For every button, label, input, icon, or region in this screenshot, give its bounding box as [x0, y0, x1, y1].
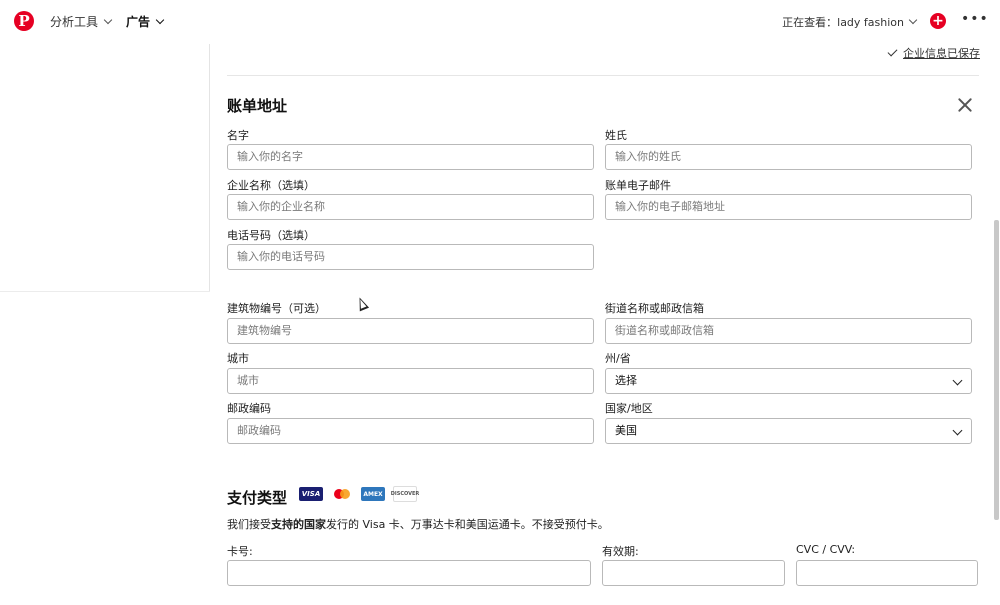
accepted-cards: VISA AMEX DISCOVER	[299, 486, 419, 502]
last-name-input[interactable]: 输入你的姓氏	[605, 144, 972, 170]
ads-menu[interactable]: 广告	[126, 13, 165, 30]
left-panel-bottom-divider	[0, 291, 210, 292]
state-select-value: 选择	[615, 374, 637, 387]
zip-label: 邮政编码	[227, 402, 271, 415]
building-number-label: 建筑物编号（可选）	[227, 302, 326, 315]
chevron-down-icon	[155, 15, 165, 24]
company-name-label: 企业名称（选填）	[227, 179, 315, 192]
more-options-icon[interactable]: •••	[961, 11, 989, 27]
section-divider	[227, 75, 979, 76]
amex-card-icon: AMEX	[361, 487, 385, 501]
saved-status-text[interactable]: 企业信息已保存	[903, 45, 980, 61]
billing-address-title: 账单地址	[227, 97, 288, 115]
checkmark-icon	[887, 46, 898, 57]
mouse-cursor-icon	[354, 295, 370, 312]
payment-note-link[interactable]: 支持的国家	[271, 518, 326, 531]
account-switcher-label: 正在查看：lady fashion	[782, 16, 904, 29]
state-select[interactable]: 选择	[605, 368, 972, 394]
card-number-input[interactable]	[227, 560, 591, 586]
expiry-input[interactable]	[602, 560, 785, 586]
building-number-input[interactable]: 建筑物编号	[227, 318, 594, 344]
discover-card-icon: DISCOVER	[391, 486, 419, 502]
close-icon[interactable]	[956, 96, 974, 114]
ads-menu-label: 广告	[126, 15, 151, 29]
payment-note-post: 发行的 Visa 卡、万事达卡和美国运通卡。不接受预付卡。	[326, 518, 609, 531]
analytics-menu[interactable]: 分析工具	[50, 13, 113, 30]
visa-card-icon: VISA	[299, 487, 323, 501]
payment-type-title: 支付类型	[227, 489, 288, 507]
create-plus-button[interactable]: +	[930, 13, 946, 29]
city-input[interactable]: 城市	[227, 368, 594, 394]
zip-input[interactable]: 邮政编码	[227, 418, 594, 444]
chevron-down-icon	[952, 375, 963, 386]
payment-note: 我们接受支持的国家发行的 Visa 卡、万事达卡和美国运通卡。不接受预付卡。	[227, 516, 609, 532]
city-label: 城市	[227, 352, 249, 365]
pinterest-logo-icon[interactable]: P	[14, 11, 34, 31]
billing-email-label: 账单电子邮件	[605, 179, 671, 192]
phone-label: 电话号码（选填）	[227, 229, 315, 242]
company-name-input[interactable]: 输入你的企业名称	[227, 194, 594, 220]
street-label: 街道名称或邮政信箱	[605, 302, 704, 315]
top-navigation-bar: P 分析工具 广告 正在查看：lady fashion + •••	[0, 0, 1000, 44]
mastercard-icon	[331, 487, 353, 501]
expiry-label: 有效期:	[602, 545, 639, 558]
left-panel-divider	[209, 44, 210, 292]
page-scrollbar[interactable]	[994, 220, 999, 520]
first-name-label: 名字	[227, 129, 249, 142]
billing-email-input[interactable]: 输入你的电子邮箱地址	[605, 194, 972, 220]
analytics-menu-label: 分析工具	[50, 15, 99, 29]
payment-note-pre: 我们接受	[227, 518, 271, 531]
street-input[interactable]: 街道名称或邮政信箱	[605, 318, 972, 344]
chevron-down-icon	[908, 15, 918, 25]
country-label: 国家/地区	[605, 402, 653, 415]
state-label: 州/省	[605, 352, 631, 365]
phone-input[interactable]: 输入你的电话号码	[227, 244, 594, 270]
last-name-label: 姓氏	[605, 129, 627, 142]
country-select[interactable]: 美国	[605, 418, 972, 444]
saved-status: 企业信息已保存	[887, 45, 980, 61]
country-select-value: 美国	[615, 424, 637, 437]
chevron-down-icon	[103, 15, 113, 24]
cvc-label: CVC / CVV:	[796, 543, 856, 556]
cvc-input[interactable]	[796, 560, 978, 586]
first-name-input[interactable]: 输入你的名字	[227, 144, 594, 170]
card-number-label: 卡号:	[227, 545, 253, 558]
account-switcher[interactable]: 正在查看：lady fashion	[782, 14, 918, 30]
chevron-down-icon	[952, 425, 963, 436]
